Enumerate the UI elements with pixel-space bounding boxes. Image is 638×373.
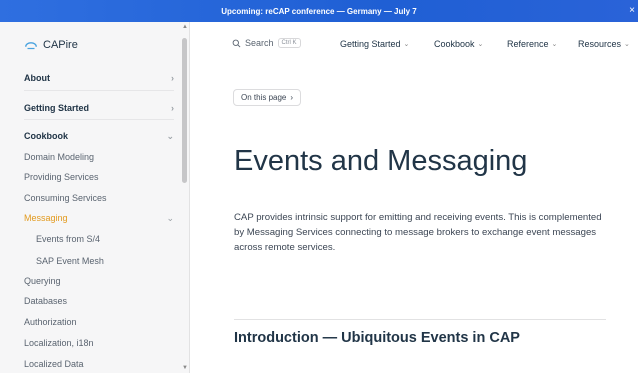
menu-getting-started[interactable]: Getting Started ⌄ — [340, 39, 409, 49]
sidebar-divider — [24, 119, 174, 120]
chevron-down-icon: ⌄ — [477, 41, 484, 48]
sidebar-item-label: Events from S/4 — [36, 234, 101, 244]
sidebar-divider — [24, 90, 174, 91]
search-icon — [232, 39, 241, 47]
chevron-down-icon: ⌄ — [551, 41, 558, 48]
sidebar-item[interactable]: Domain Modeling — [24, 149, 174, 165]
page-title: Events and Messaging — [234, 145, 528, 177]
menu-label: Getting Started — [340, 39, 401, 49]
scroll-up-icon[interactable]: ▲ — [182, 24, 188, 30]
sidebar-item-label: Databases — [24, 296, 68, 306]
chevron-right-icon[interactable]: › — [171, 103, 174, 113]
menu-reference[interactable]: Reference ⌄ — [507, 39, 557, 49]
sidebar-item[interactable]: Messaging ⌄ — [24, 210, 174, 226]
sidebar-item[interactable]: Getting Started › — [24, 100, 174, 116]
sidebar-item-label: Authorization — [24, 317, 77, 327]
sidebar-item[interactable]: Authorization — [24, 314, 174, 330]
search-shortcut: Ctrl K — [277, 38, 301, 48]
sidebar-item[interactable]: About › — [24, 70, 174, 86]
sidebar-scrollbar[interactable]: ▲ ▼ — [181, 24, 188, 371]
logo[interactable]: CAPire — [24, 38, 78, 52]
menu-label: Cookbook — [434, 39, 475, 49]
sidebar-item-label: Consuming Services — [24, 193, 107, 203]
sidebar-item[interactable]: Querying — [24, 273, 174, 289]
scroll-down-icon[interactable]: ▼ — [182, 365, 188, 371]
section-divider — [234, 319, 606, 320]
sidebar-item[interactable]: Events from S/4 — [36, 231, 174, 247]
menu-resources[interactable]: Resources ⌄ — [578, 39, 630, 49]
chevron-down-icon: ⌄ — [624, 41, 630, 48]
sidebar-item-label: Messaging — [24, 213, 68, 223]
sidebar-item[interactable]: Localized Data — [24, 356, 174, 372]
sidebar-item[interactable]: Providing Services — [24, 169, 174, 185]
chevron-down-icon[interactable]: ⌄ — [166, 131, 174, 142]
section-heading: Introduction — Ubiquitous Events in CAP — [234, 330, 520, 346]
sidebar: CAPire About › Getting Started › Cookbook ⌄ Do… — [0, 22, 190, 373]
scrollbar-thumb[interactable] — [182, 38, 187, 183]
on-this-page-label: On this page — [241, 93, 287, 102]
chevron-right-icon: › — [290, 93, 294, 102]
sidebar-item[interactable]: SAP Event Mesh — [36, 253, 174, 269]
cap-logo-icon — [25, 42, 37, 50]
sidebar-item-label: Localization, i18n — [24, 338, 94, 348]
search-label: Search — [245, 38, 274, 48]
banner-text: Upcoming: reCAP conference — Germany — J… — [221, 6, 417, 16]
menu-cookbook[interactable]: Cookbook ⌄ — [434, 39, 483, 49]
logo-text: CAPire — [43, 39, 78, 51]
sidebar-item[interactable]: Databases — [24, 293, 174, 309]
sidebar-item-label: Querying — [24, 276, 61, 286]
sidebar-item-label: Getting Started — [24, 103, 90, 113]
top-navigation: Search Ctrl K Getting Started ⌄ Cookbook ⌄… — [190, 22, 638, 70]
sidebar-item-label: Cookbook — [24, 131, 68, 141]
chevron-down-icon[interactable]: ⌄ — [166, 213, 174, 224]
sidebar-item-label: Localized Data — [24, 359, 84, 369]
sidebar-item[interactable]: Cookbook ⌄ — [24, 128, 174, 144]
intro-paragraph: CAP provides intrinsic support for emitt… — [234, 212, 602, 253]
chevron-right-icon[interactable]: › — [171, 73, 174, 83]
sidebar-item-label: Providing Services — [24, 172, 99, 182]
search-button[interactable]: Search Ctrl K — [232, 38, 301, 48]
close-icon[interactable]: × — [629, 5, 635, 16]
sidebar-item[interactable]: Localization, i18n — [24, 335, 174, 351]
sidebar-item[interactable]: Consuming Services — [24, 190, 174, 206]
sidebar-item-label: About — [24, 73, 50, 83]
menu-label: Resources — [578, 39, 622, 49]
on-this-page-button[interactable]: On this page › — [233, 89, 302, 106]
sidebar-item-label: Domain Modeling — [24, 152, 95, 162]
menu-label: Reference — [507, 39, 549, 49]
announcement-banner[interactable]: Upcoming: reCAP conference — Germany — J… — [0, 0, 638, 22]
sidebar-item-label: SAP Event Mesh — [36, 256, 104, 266]
chevron-down-icon: ⌄ — [403, 41, 410, 48]
